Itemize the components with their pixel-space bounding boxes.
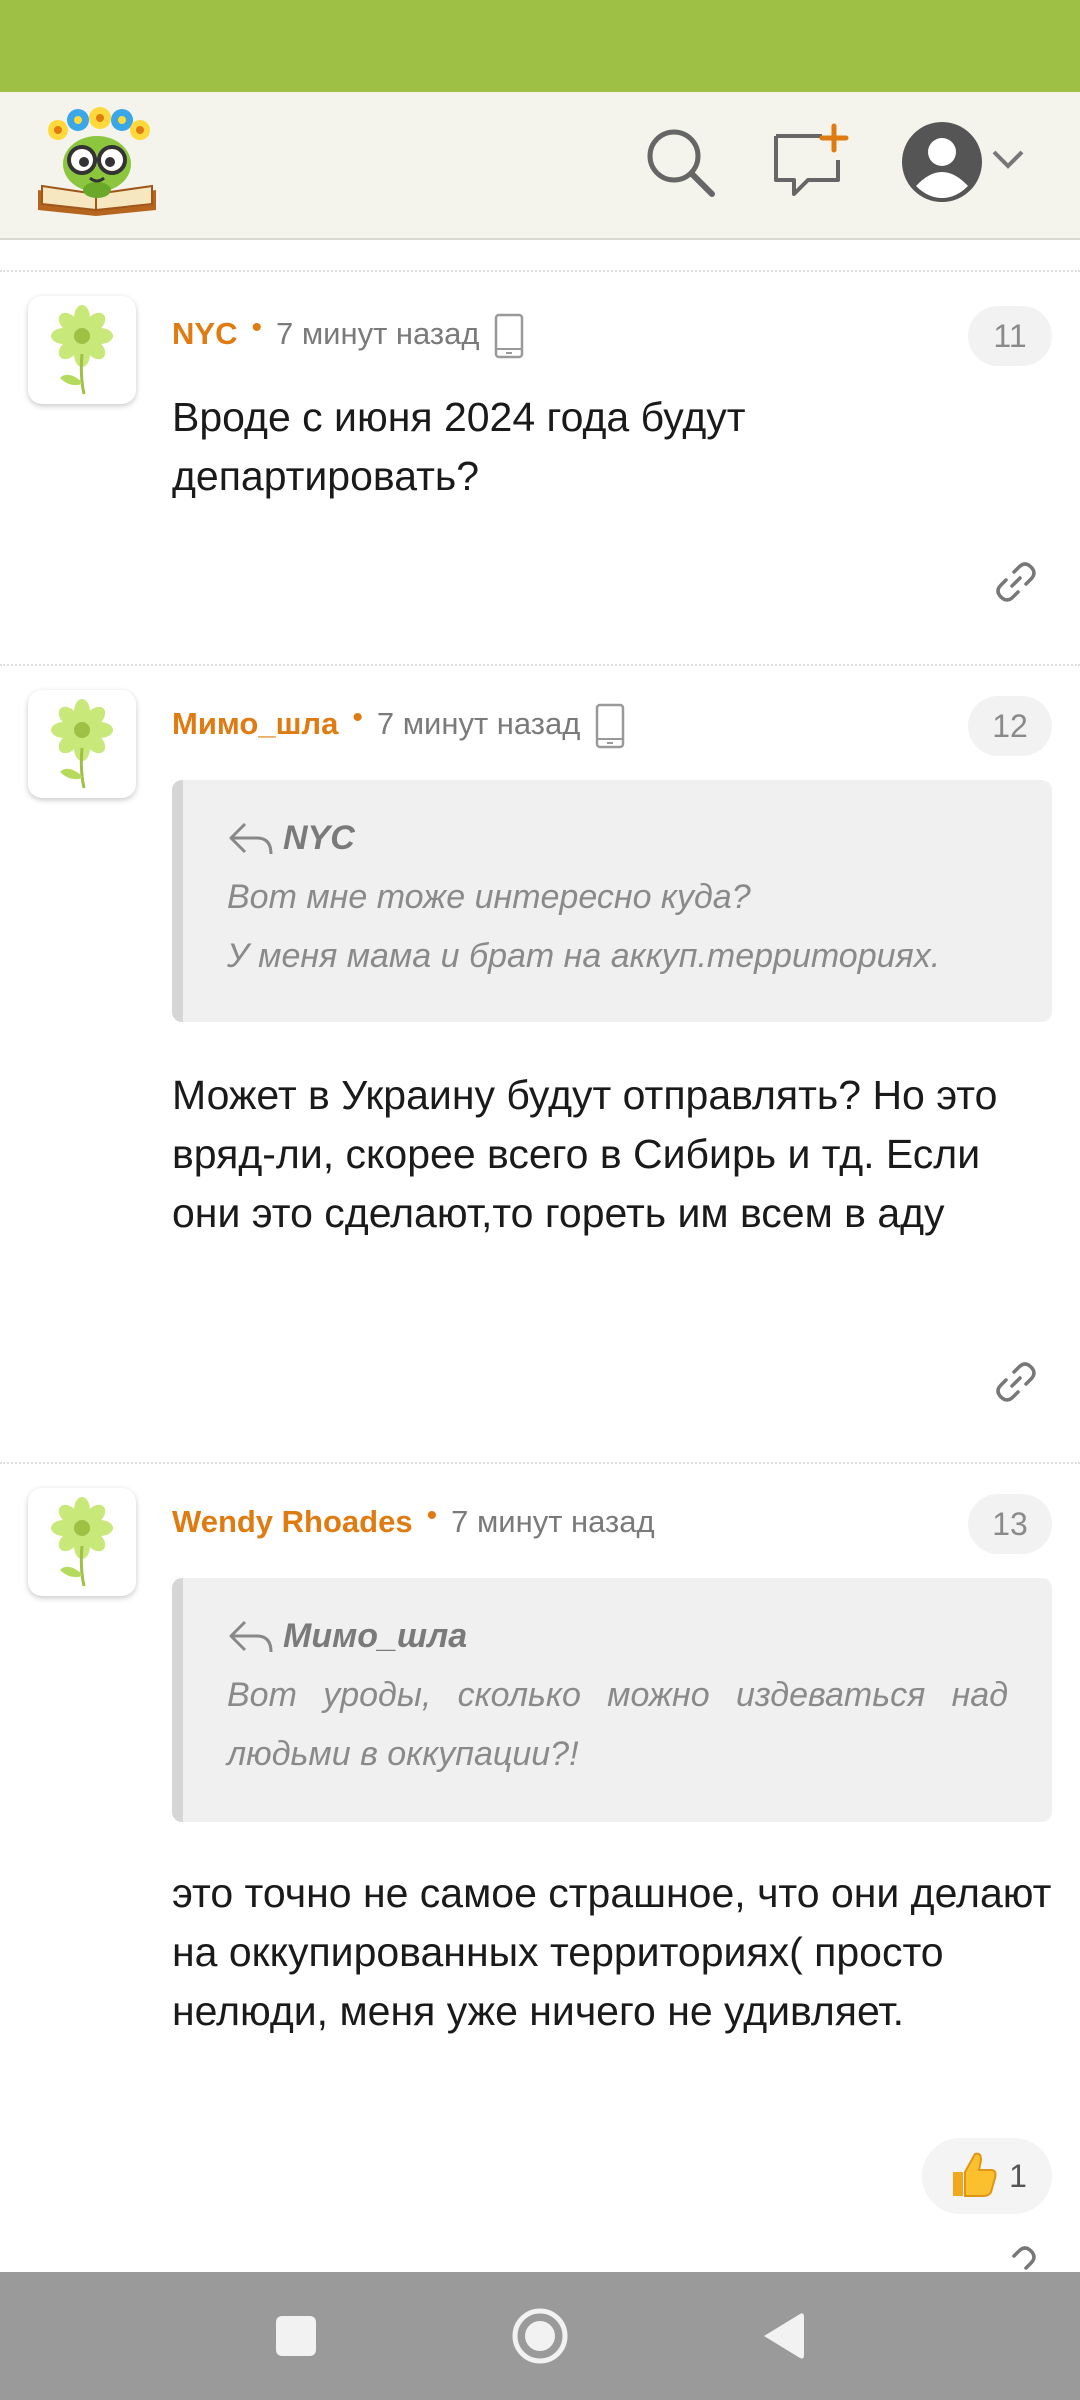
comment-text: Вроде с июня 2024 года будут департирова… [172, 394, 746, 499]
user-avatar-icon [902, 122, 982, 202]
comment-meta: Мимо_шла • 7 минут назад [172, 701, 626, 749]
app-header [0, 92, 1080, 240]
back-button[interactable] [754, 2306, 814, 2366]
flower-icon [51, 305, 113, 395]
site-logo[interactable] [34, 106, 160, 218]
quote-author[interactable]: Мимо_шла [227, 1616, 1008, 1656]
new-comment-icon [774, 123, 849, 196]
home-button[interactable] [510, 2306, 570, 2366]
quote-author[interactable]: NYC [227, 818, 1008, 858]
comment-number-badge[interactable]: 12 [968, 696, 1052, 756]
thumbs-up-icon [947, 2148, 999, 2205]
search-button[interactable] [640, 122, 720, 202]
comment-number-badge[interactable]: 11 [968, 306, 1052, 366]
separator-dot: • [352, 701, 363, 734]
link-icon[interactable] [992, 1358, 1040, 1406]
comment-author[interactable]: NYC [172, 316, 237, 352]
quote-text: Вот мне тоже интересно куда? У меня мама… [227, 868, 1008, 986]
reaction-button[interactable]: 1 [922, 2138, 1052, 2214]
back-triangle-icon [764, 2313, 804, 2359]
new-comment-button[interactable] [770, 122, 850, 202]
reaction-count: 1 [1009, 2157, 1027, 2194]
flower-icon [51, 1497, 113, 1587]
comment-item: Мимо_шла • 7 минут назад 12 NYC Вот мне … [0, 666, 1080, 1462]
reply-arrow-icon [229, 1620, 273, 1653]
square-icon [276, 2316, 316, 2356]
profile-button[interactable] [900, 120, 984, 204]
phone-icon [495, 313, 524, 359]
comment-time: 7 минут назад [451, 1504, 655, 1539]
comment-meta: Wendy Rhoades • 7 минут назад [172, 1499, 655, 1542]
link-icon[interactable] [992, 2242, 1040, 2272]
quote-author-name: NYC [283, 818, 355, 857]
status-bar [0, 0, 1080, 92]
avatar[interactable] [28, 690, 136, 798]
comment-author[interactable]: Wendy Rhoades [172, 1504, 413, 1540]
avatar[interactable] [28, 296, 136, 404]
recent-apps-button[interactable] [266, 2306, 326, 2366]
profile-menu-toggle[interactable] [990, 142, 1026, 178]
quote-line: Вот мне тоже интересно куда? [227, 878, 751, 916]
search-icon [647, 129, 715, 197]
comment-item: Wendy Rhoades • 7 минут назад 13 Мимо_шл… [0, 1464, 1080, 2272]
comment-time: 7 минут назад [376, 706, 581, 741]
comment-time: 7 минут назад [275, 316, 480, 351]
phone-icon [596, 703, 625, 749]
comment-text: это точно не самое страшное, что они дел… [172, 1870, 1052, 2034]
circle-icon [512, 2308, 568, 2364]
reply-arrow-icon [229, 822, 273, 855]
avatar[interactable] [28, 1488, 136, 1596]
quote-block: NYC Вот мне тоже интересно куда? У меня … [172, 780, 1052, 1022]
divider [0, 270, 1080, 272]
link-icon[interactable] [992, 558, 1040, 606]
quote-text: Вот уроды, сколько можно издеваться над … [227, 1676, 1008, 1773]
comment-text: Может в Украину будут отправлять? Но это… [172, 1072, 998, 1236]
quote-line: У меня мама и брат на аккуп.территориях. [227, 937, 941, 975]
comment-number-badge[interactable]: 13 [968, 1494, 1052, 1554]
separator-dot: • [426, 1499, 438, 1532]
quote-block: Мимо_шла Вот уроды, сколько можно издева… [172, 1578, 1052, 1822]
flower-icon [51, 699, 113, 789]
chevron-down-icon [992, 150, 1024, 169]
separator-dot: • [251, 311, 262, 344]
comment-author[interactable]: Мимо_шла [172, 706, 338, 742]
comment-item: NYC • 7 минут назад 11 Вроде с июня 2024… [0, 274, 1080, 662]
comment-meta: NYC • 7 минут назад [172, 311, 525, 359]
system-navigation-bar [0, 2272, 1080, 2400]
quote-author-name: Мимо_шла [283, 1616, 468, 1655]
